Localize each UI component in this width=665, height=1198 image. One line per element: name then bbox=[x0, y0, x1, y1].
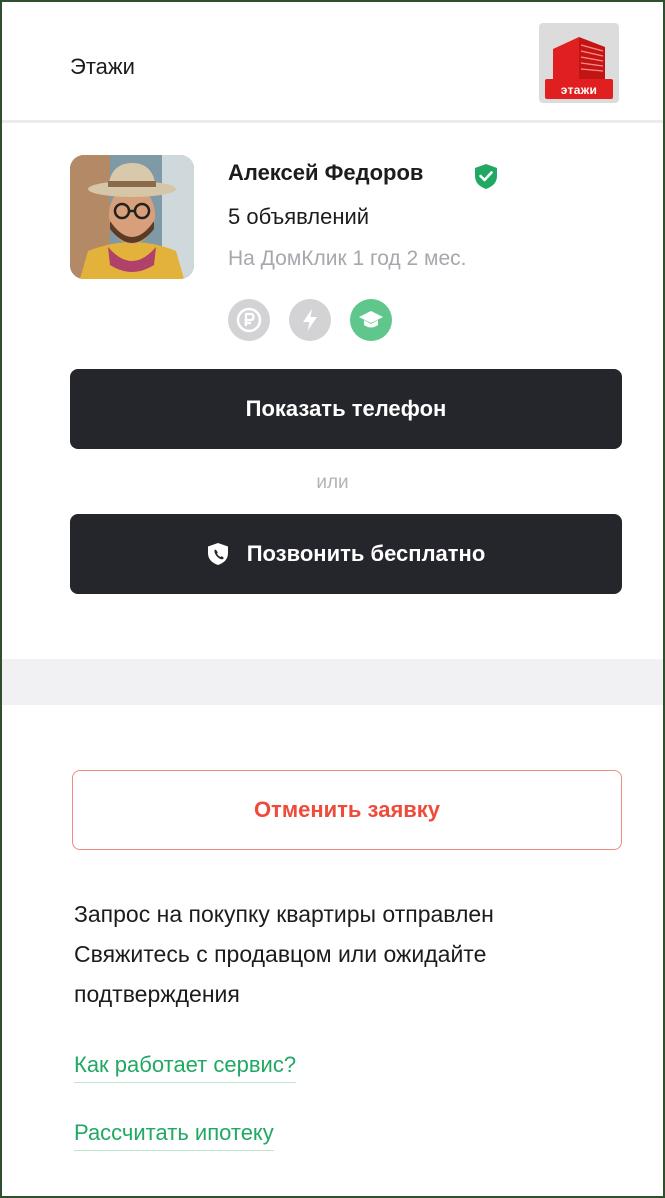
listings-count: 5 объявлений bbox=[228, 204, 370, 229]
lightning-badge[interactable] bbox=[289, 299, 331, 341]
logo-text: этажи bbox=[560, 83, 598, 97]
graduation-cap-icon bbox=[359, 311, 383, 328]
phone-shield-icon bbox=[207, 543, 228, 565]
ruble-icon bbox=[236, 307, 262, 333]
show-phone-label: Показать телефон bbox=[245, 396, 447, 421]
or-divider: или bbox=[316, 472, 349, 493]
message-line-3: подтверждения bbox=[74, 981, 240, 1007]
request-status-message: Запрос на покупку квартиры отправлен Свя… bbox=[74, 894, 634, 1014]
section-divider bbox=[2, 659, 663, 705]
how-it-works-link[interactable]: Как работает сервис? bbox=[74, 1052, 297, 1083]
call-free-button[interactable]: Позвонить бесплатно bbox=[70, 514, 622, 594]
agency-logo[interactable]: этажи bbox=[539, 23, 619, 103]
agent-name: Алексей Федоров bbox=[228, 160, 424, 185]
ruble-badge[interactable] bbox=[228, 299, 270, 341]
header: Этажи этажи bbox=[2, 2, 663, 123]
agent-photo bbox=[70, 155, 194, 279]
agency-name: Этажи bbox=[70, 54, 135, 79]
call-free-label: Позвонить бесплатно bbox=[246, 541, 486, 566]
show-phone-button[interactable]: Показать телефон bbox=[70, 369, 622, 449]
cancel-request-button[interactable]: Отменить заявку bbox=[72, 770, 622, 850]
education-badge[interactable] bbox=[350, 299, 392, 341]
lightning-icon bbox=[303, 309, 317, 331]
cancel-request-label: Отменить заявку bbox=[253, 797, 441, 822]
verified-shield-icon bbox=[475, 164, 497, 189]
message-line-2: Свяжитесь с продавцом или ожидайте bbox=[74, 941, 487, 967]
avatar[interactable] bbox=[70, 155, 194, 279]
message-line-1: Запрос на покупку квартиры отправлен bbox=[74, 901, 494, 927]
agent-card: Этажи этажи Алексей Федоров 5 объявлений… bbox=[0, 0, 665, 1198]
member-since: На ДомКлик 1 год 2 мес. bbox=[228, 247, 467, 270]
mortgage-calculator-link[interactable]: Рассчитать ипотеку bbox=[74, 1120, 274, 1151]
